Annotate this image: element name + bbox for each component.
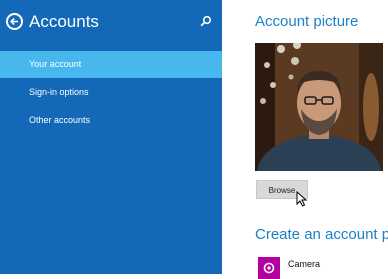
search-icon[interactable] xyxy=(200,15,212,27)
camera-app-label[interactable]: Camera xyxy=(288,259,320,269)
back-arrow-icon xyxy=(10,17,18,26)
sidebar-item-other-accounts[interactable]: Other accounts xyxy=(0,107,222,134)
sidebar: Accounts Your account Sign-in options Ot… xyxy=(0,0,222,274)
sidebar-item-your-account[interactable]: Your account xyxy=(0,51,222,78)
page-title: Accounts xyxy=(29,12,99,31)
create-account-picture-heading: Create an account pic xyxy=(255,226,388,243)
camera-app-tile[interactable] xyxy=(258,257,280,279)
mouse-cursor-icon xyxy=(296,191,308,207)
main-panel: Account picture Browse Create an account… xyxy=(222,0,388,279)
account-photo xyxy=(255,43,383,171)
camera-icon xyxy=(263,262,275,274)
sidebar-item-label: Sign-in options xyxy=(29,87,89,97)
sidebar-item-sign-in-options[interactable]: Sign-in options xyxy=(0,79,222,106)
sidebar-item-label: Your account xyxy=(29,59,82,69)
back-button[interactable] xyxy=(6,13,23,30)
account-picture-heading: Account picture xyxy=(255,13,359,30)
sidebar-item-label: Other accounts xyxy=(29,115,91,125)
